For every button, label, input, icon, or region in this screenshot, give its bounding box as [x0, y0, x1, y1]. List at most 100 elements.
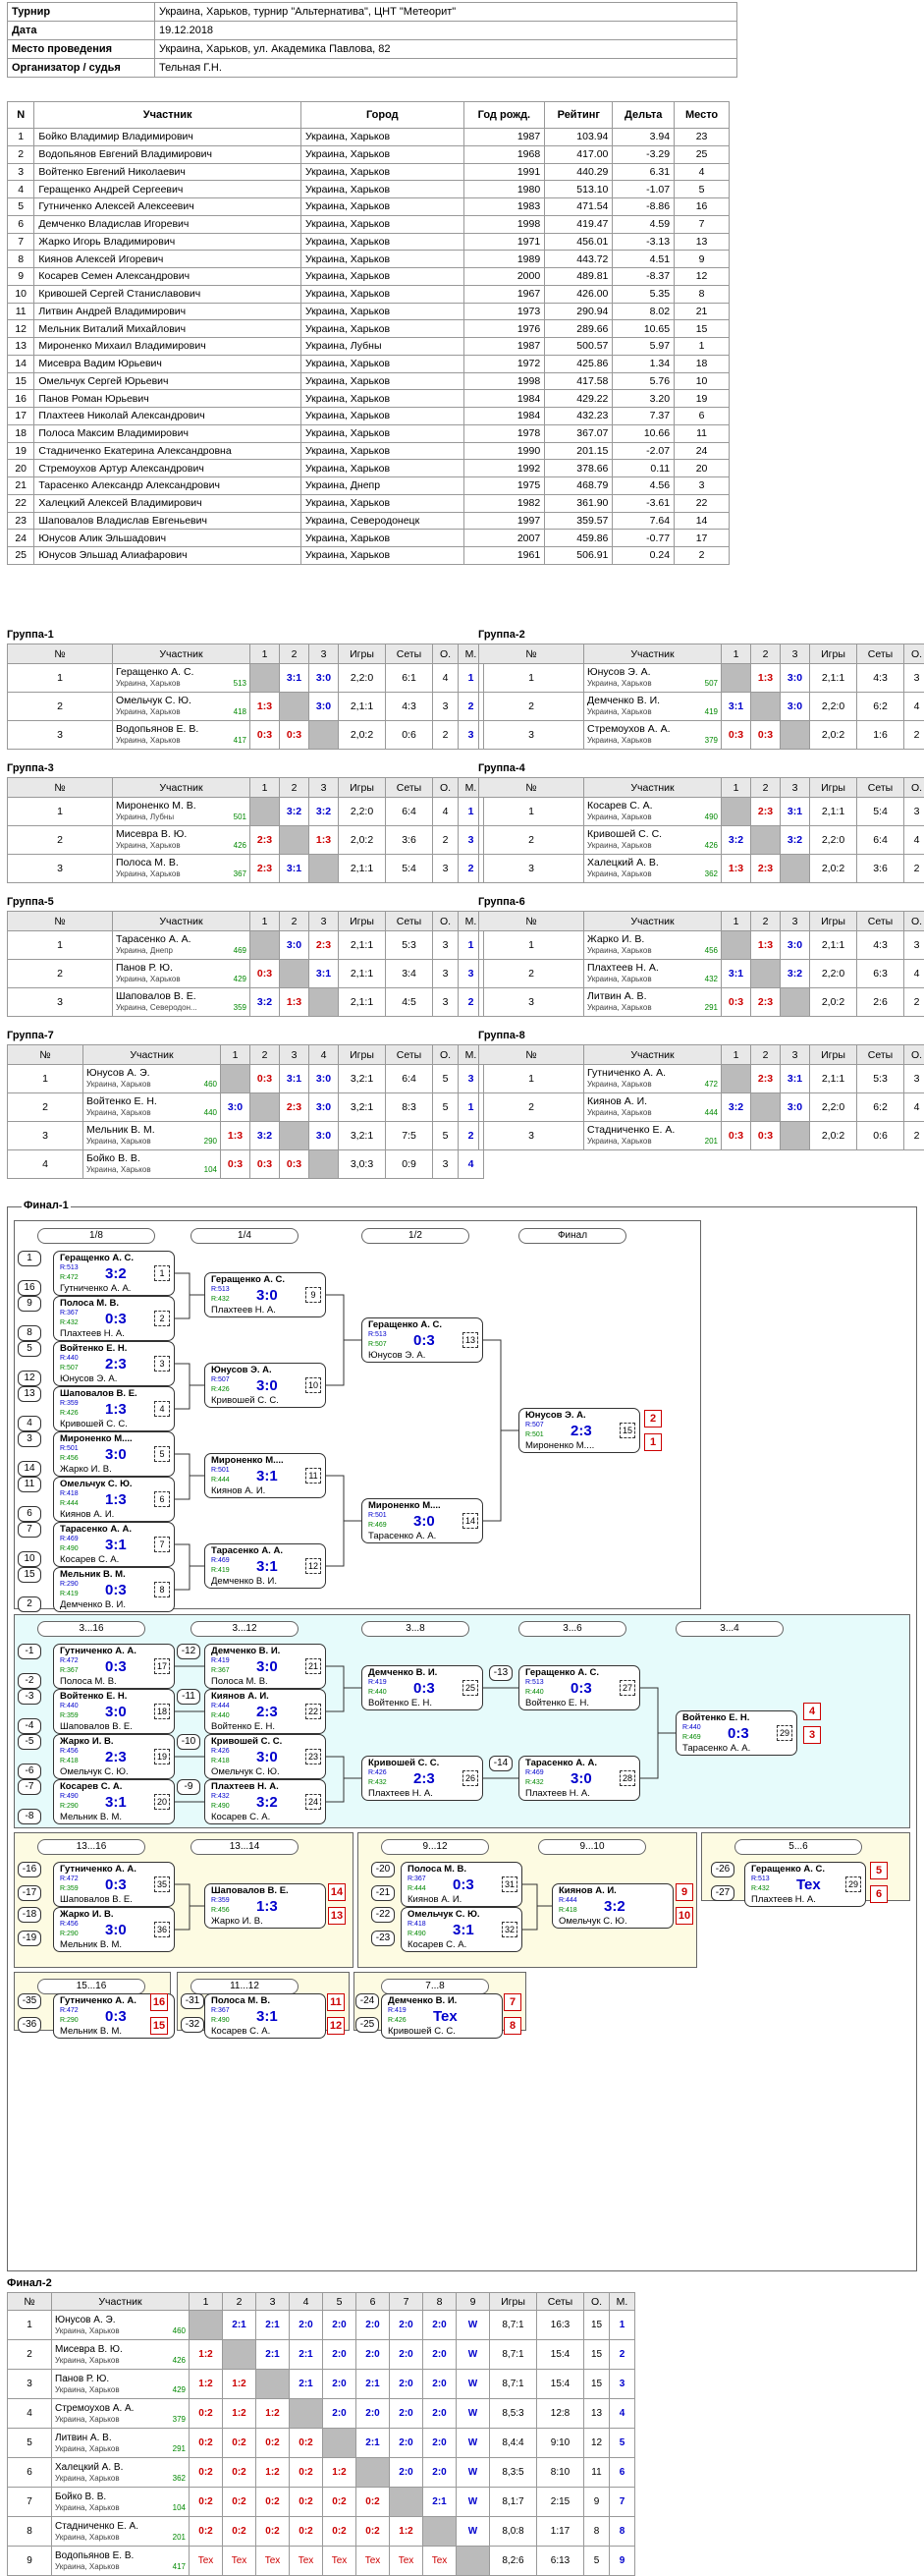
- participant-cell: 18: [675, 355, 730, 372]
- column-header: 3: [280, 1045, 309, 1065]
- seed-badge: 3: [18, 1431, 41, 1447]
- group-row: 1Геращенко А. С.Украина, Харьков5133:13:…: [8, 664, 484, 693]
- final2-stat: 6: [610, 2458, 635, 2488]
- final2-score: 2:1: [256, 2311, 290, 2340]
- participant-cell: Украина, Харьков: [300, 198, 463, 216]
- group-score: 1:3: [280, 988, 309, 1017]
- seed-badge: -1: [18, 1644, 41, 1659]
- info-key: Организатор / судья: [8, 59, 155, 78]
- match-score: 3:0: [413, 1513, 435, 1530]
- final2-score: 2:1: [256, 2340, 290, 2370]
- column-header: Участник: [34, 102, 301, 129]
- group-score: 3:0: [309, 693, 339, 721]
- player-name: Панов Р. Ю.: [55, 2374, 186, 2384]
- column-header: О.: [433, 1045, 459, 1065]
- final2-player: Стадниченко Е. А.Украина, Харьков201: [52, 2517, 190, 2547]
- participant-cell: 23: [675, 129, 730, 146]
- player-city: Украина, Харьков: [116, 735, 181, 746]
- participant-cell: 14: [8, 355, 34, 372]
- participant-cell: 459.86: [545, 530, 613, 547]
- match-rating1: R:513: [211, 1286, 230, 1293]
- final2-score: 2:0: [423, 2340, 457, 2370]
- final2-stat: 4: [610, 2399, 635, 2429]
- match-rating1: R:359: [211, 1897, 230, 1904]
- group-score: [781, 988, 810, 1017]
- group-score: [781, 1122, 810, 1150]
- participant-cell: Украина, Харьков: [300, 215, 463, 233]
- match-rating2: R:359: [60, 1712, 79, 1719]
- participant-cell: Украина, Харьков: [300, 303, 463, 320]
- group-stat: 2,0:2: [339, 826, 386, 855]
- participant-cell: 20: [675, 460, 730, 477]
- match-box: Гутниченко А. А.R:472R:3590:3Шаповалов В…: [53, 1862, 175, 1907]
- match-rating1: R:419: [368, 1679, 387, 1686]
- participant-cell: 21: [675, 303, 730, 320]
- match-player1: Демченко В. И.: [388, 1995, 457, 2006]
- group-num: 1: [479, 664, 584, 693]
- group-score: 0:3: [280, 721, 309, 750]
- seed-badge: -23: [371, 1931, 395, 1946]
- participant-cell: -0.77: [613, 530, 675, 547]
- group-score: 0:3: [722, 1122, 751, 1150]
- match-box: Войтенко Е. Н.R:440R:4690:3Тарасенко А. …: [676, 1710, 797, 1756]
- match-rating2: R:507: [368, 1341, 387, 1348]
- participant-cell: 2000: [463, 268, 545, 286]
- participant-cell: 3: [675, 477, 730, 495]
- final2-row: 7Бойко В. В.Украина, Харьков1040:20:20:2…: [8, 2488, 635, 2517]
- final2-stat: 15: [584, 2370, 610, 2399]
- column-header: 1: [190, 2293, 223, 2311]
- match-player2: Кривошей С. С.: [211, 1395, 279, 1406]
- group-stat: 4: [433, 798, 459, 826]
- group-score: 2:3: [250, 826, 280, 855]
- player-rating: 291: [705, 1002, 718, 1013]
- column-header: О.: [904, 1045, 924, 1065]
- group-title: Группа-1: [7, 629, 54, 641]
- group-stat: 4: [904, 960, 924, 988]
- group-row: 3Полоса М. В.Украина, Харьков3672:33:12,…: [8, 855, 484, 883]
- match-score: 2:3: [256, 1704, 278, 1720]
- participant-row: 19Стадниченко Екатерина АлександровнаУкр…: [8, 442, 730, 460]
- final2-score: 2:1: [290, 2370, 323, 2399]
- match-player2: Кривошей С. С.: [388, 2026, 456, 2037]
- group-num: 2: [8, 693, 113, 721]
- final2-score: 0:2: [190, 2517, 223, 2547]
- column-header: Участник: [584, 644, 722, 664]
- match-box: Войтенко Е. Н.R:440R:3593:0Шаповалов В. …: [53, 1689, 175, 1734]
- match-rating1: R:513: [751, 1876, 770, 1882]
- player-rating: 507: [705, 678, 718, 689]
- column-header: Сеты: [386, 912, 433, 931]
- participant-cell: Украина, Харьков: [300, 268, 463, 286]
- match-box: Демченко В. И.R:419R:426TexКривошей С. С…: [381, 1993, 503, 2039]
- final2-stat: 15:4: [537, 2370, 584, 2399]
- group-stat: 2,0:2: [339, 721, 386, 750]
- player-city: Украина, Харьков: [86, 1107, 151, 1118]
- participant-cell: 419.47: [545, 215, 613, 233]
- column-header: О.: [433, 912, 459, 931]
- match-number: 23: [305, 1749, 321, 1764]
- final2-stat: 7: [610, 2488, 635, 2517]
- final2-stat: 15:4: [537, 2340, 584, 2370]
- seed-badge: -16: [18, 1862, 41, 1877]
- group-score: 3:0: [280, 931, 309, 960]
- group-stat: 3,2:1: [339, 1122, 386, 1150]
- group-player: Панов Р. Ю.Украина, Харьков429: [113, 960, 250, 988]
- group-table: №Участник1234ИгрыСетыО.М.1Юнусов А. Э.Ук…: [7, 1044, 484, 1179]
- match-rating1: R:426: [211, 1748, 230, 1755]
- group-score: 3:0: [309, 664, 339, 693]
- group-row: 2Кривошей С. С.Украина, Харьков4263:23:2…: [479, 826, 924, 855]
- final2-stat: 8,7:1: [490, 2340, 537, 2370]
- group-stat: 0:9: [386, 1150, 433, 1179]
- participant-cell: 1980: [463, 181, 545, 198]
- player-city: Украина, Харьков: [86, 1164, 151, 1175]
- match-box: Войтенко Е. Н.R:440R:5072:3Юнусов Э. А.3: [53, 1341, 175, 1386]
- group-num: 1: [479, 1065, 584, 1093]
- match-box: Омельчук С. Ю.R:418R:4903:1Косарев С. А.…: [401, 1907, 522, 1952]
- match-player1: Мироненко М....: [60, 1433, 133, 1444]
- final2-row: 9Водопьянов Е. В.Украина, Харьков417TexT…: [8, 2547, 635, 2576]
- place-badge: 11: [327, 1993, 345, 2011]
- match-rating2: R:290: [60, 2017, 79, 2024]
- column-header: Игры: [810, 1045, 857, 1065]
- match-number: 25: [462, 1680, 478, 1696]
- group-stat: 0:6: [386, 721, 433, 750]
- column-header: Город: [300, 102, 463, 129]
